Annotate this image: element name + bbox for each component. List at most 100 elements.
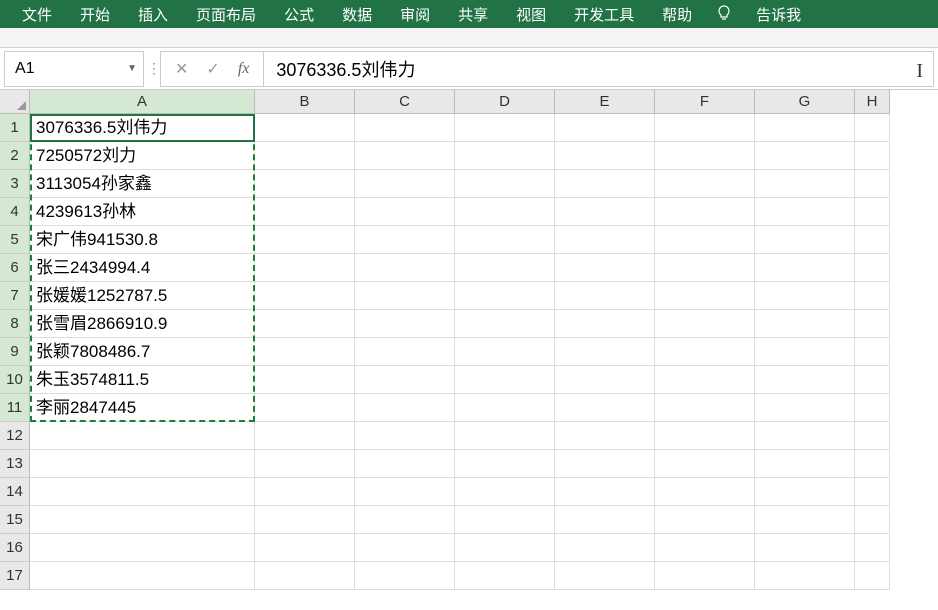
cell[interactable] — [255, 310, 355, 338]
row-header[interactable]: 6 — [0, 254, 30, 282]
cell[interactable] — [355, 394, 455, 422]
enter-icon[interactable]: ✓ — [206, 59, 219, 79]
cell[interactable] — [755, 422, 855, 450]
cell[interactable] — [655, 478, 755, 506]
row-header[interactable]: 3 — [0, 170, 30, 198]
formula-input[interactable]: 3076336.5刘伟力 I — [263, 51, 934, 87]
cell[interactable] — [355, 562, 455, 590]
cell[interactable] — [30, 450, 255, 478]
cell[interactable] — [255, 114, 355, 142]
row-header[interactable]: 11 — [0, 394, 30, 422]
cell[interactable] — [555, 422, 655, 450]
row-header[interactable]: 1 — [0, 114, 30, 142]
ribbon-tab-home[interactable]: 开始 — [66, 0, 124, 29]
cell[interactable] — [655, 282, 755, 310]
cell[interactable] — [255, 282, 355, 310]
cell[interactable] — [455, 562, 555, 590]
ribbon-tab-formulas[interactable]: 公式 — [270, 0, 328, 29]
cell[interactable] — [355, 366, 455, 394]
cancel-icon[interactable]: ✕ — [175, 59, 188, 79]
cell[interactable] — [355, 226, 455, 254]
cell[interactable] — [355, 534, 455, 562]
cell[interactable] — [655, 422, 755, 450]
select-all-corner[interactable] — [0, 90, 30, 114]
cell[interactable] — [655, 198, 755, 226]
cell[interactable] — [755, 142, 855, 170]
cell[interactable] — [555, 226, 655, 254]
cell[interactable] — [755, 226, 855, 254]
cell[interactable] — [30, 534, 255, 562]
cell[interactable] — [355, 310, 455, 338]
row-header[interactable]: 2 — [0, 142, 30, 170]
cell[interactable] — [355, 142, 455, 170]
cell[interactable] — [755, 450, 855, 478]
cell[interactable] — [455, 506, 555, 534]
fx-icon[interactable]: fx — [238, 60, 250, 78]
cell[interactable] — [855, 450, 890, 478]
row-header[interactable]: 12 — [0, 422, 30, 450]
cell[interactable] — [30, 562, 255, 590]
col-header-E[interactable]: E — [555, 90, 655, 114]
cell[interactable] — [255, 338, 355, 366]
cell[interactable] — [355, 170, 455, 198]
cell[interactable] — [755, 366, 855, 394]
cell[interactable] — [655, 338, 755, 366]
cell[interactable]: 4239613孙林 — [30, 198, 255, 226]
ribbon-tab-help[interactable]: 帮助 — [648, 0, 706, 29]
col-header-G[interactable]: G — [755, 90, 855, 114]
cell[interactable] — [355, 450, 455, 478]
cell[interactable] — [555, 534, 655, 562]
cell[interactable] — [555, 450, 655, 478]
row-header[interactable]: 14 — [0, 478, 30, 506]
cell[interactable] — [655, 394, 755, 422]
ribbon-tab-share[interactable]: 共享 — [444, 0, 502, 29]
cell[interactable] — [855, 170, 890, 198]
cell[interactable] — [855, 562, 890, 590]
cell[interactable] — [255, 198, 355, 226]
cell[interactable] — [855, 254, 890, 282]
cell[interactable] — [355, 338, 455, 366]
cell[interactable] — [555, 310, 655, 338]
cell[interactable] — [655, 506, 755, 534]
cell[interactable] — [655, 450, 755, 478]
cell[interactable] — [655, 114, 755, 142]
cell[interactable] — [655, 534, 755, 562]
row-header[interactable]: 7 — [0, 282, 30, 310]
col-header-A[interactable]: A — [30, 90, 255, 114]
cell[interactable] — [255, 170, 355, 198]
cell[interactable] — [30, 422, 255, 450]
lightbulb-icon[interactable] — [706, 1, 742, 28]
cell[interactable] — [855, 394, 890, 422]
cell[interactable] — [655, 170, 755, 198]
cell[interactable]: 3113054孙家鑫 — [30, 170, 255, 198]
cell[interactable] — [855, 282, 890, 310]
cell[interactable] — [355, 198, 455, 226]
cell[interactable] — [455, 450, 555, 478]
cell[interactable] — [555, 366, 655, 394]
cell[interactable] — [455, 422, 555, 450]
cell[interactable] — [355, 282, 455, 310]
cell[interactable] — [655, 310, 755, 338]
cell[interactable] — [455, 282, 555, 310]
cell[interactable] — [755, 506, 855, 534]
ribbon-tab-review[interactable]: 审阅 — [386, 0, 444, 29]
cell[interactable] — [555, 282, 655, 310]
row-header[interactable]: 4 — [0, 198, 30, 226]
cell[interactable] — [855, 366, 890, 394]
cell[interactable] — [30, 506, 255, 534]
cell[interactable] — [455, 198, 555, 226]
cell[interactable] — [755, 198, 855, 226]
cell[interactable] — [555, 394, 655, 422]
chevron-down-icon[interactable]: ▼ — [127, 63, 137, 74]
ribbon-tab-insert[interactable]: 插入 — [124, 0, 182, 29]
row-header[interactable]: 17 — [0, 562, 30, 590]
cell[interactable] — [455, 338, 555, 366]
cell[interactable] — [455, 534, 555, 562]
cell[interactable] — [555, 114, 655, 142]
cell[interactable] — [555, 338, 655, 366]
cell[interactable] — [455, 170, 555, 198]
cell[interactable] — [255, 450, 355, 478]
cell[interactable] — [255, 534, 355, 562]
cell[interactable] — [455, 114, 555, 142]
cell[interactable] — [455, 394, 555, 422]
